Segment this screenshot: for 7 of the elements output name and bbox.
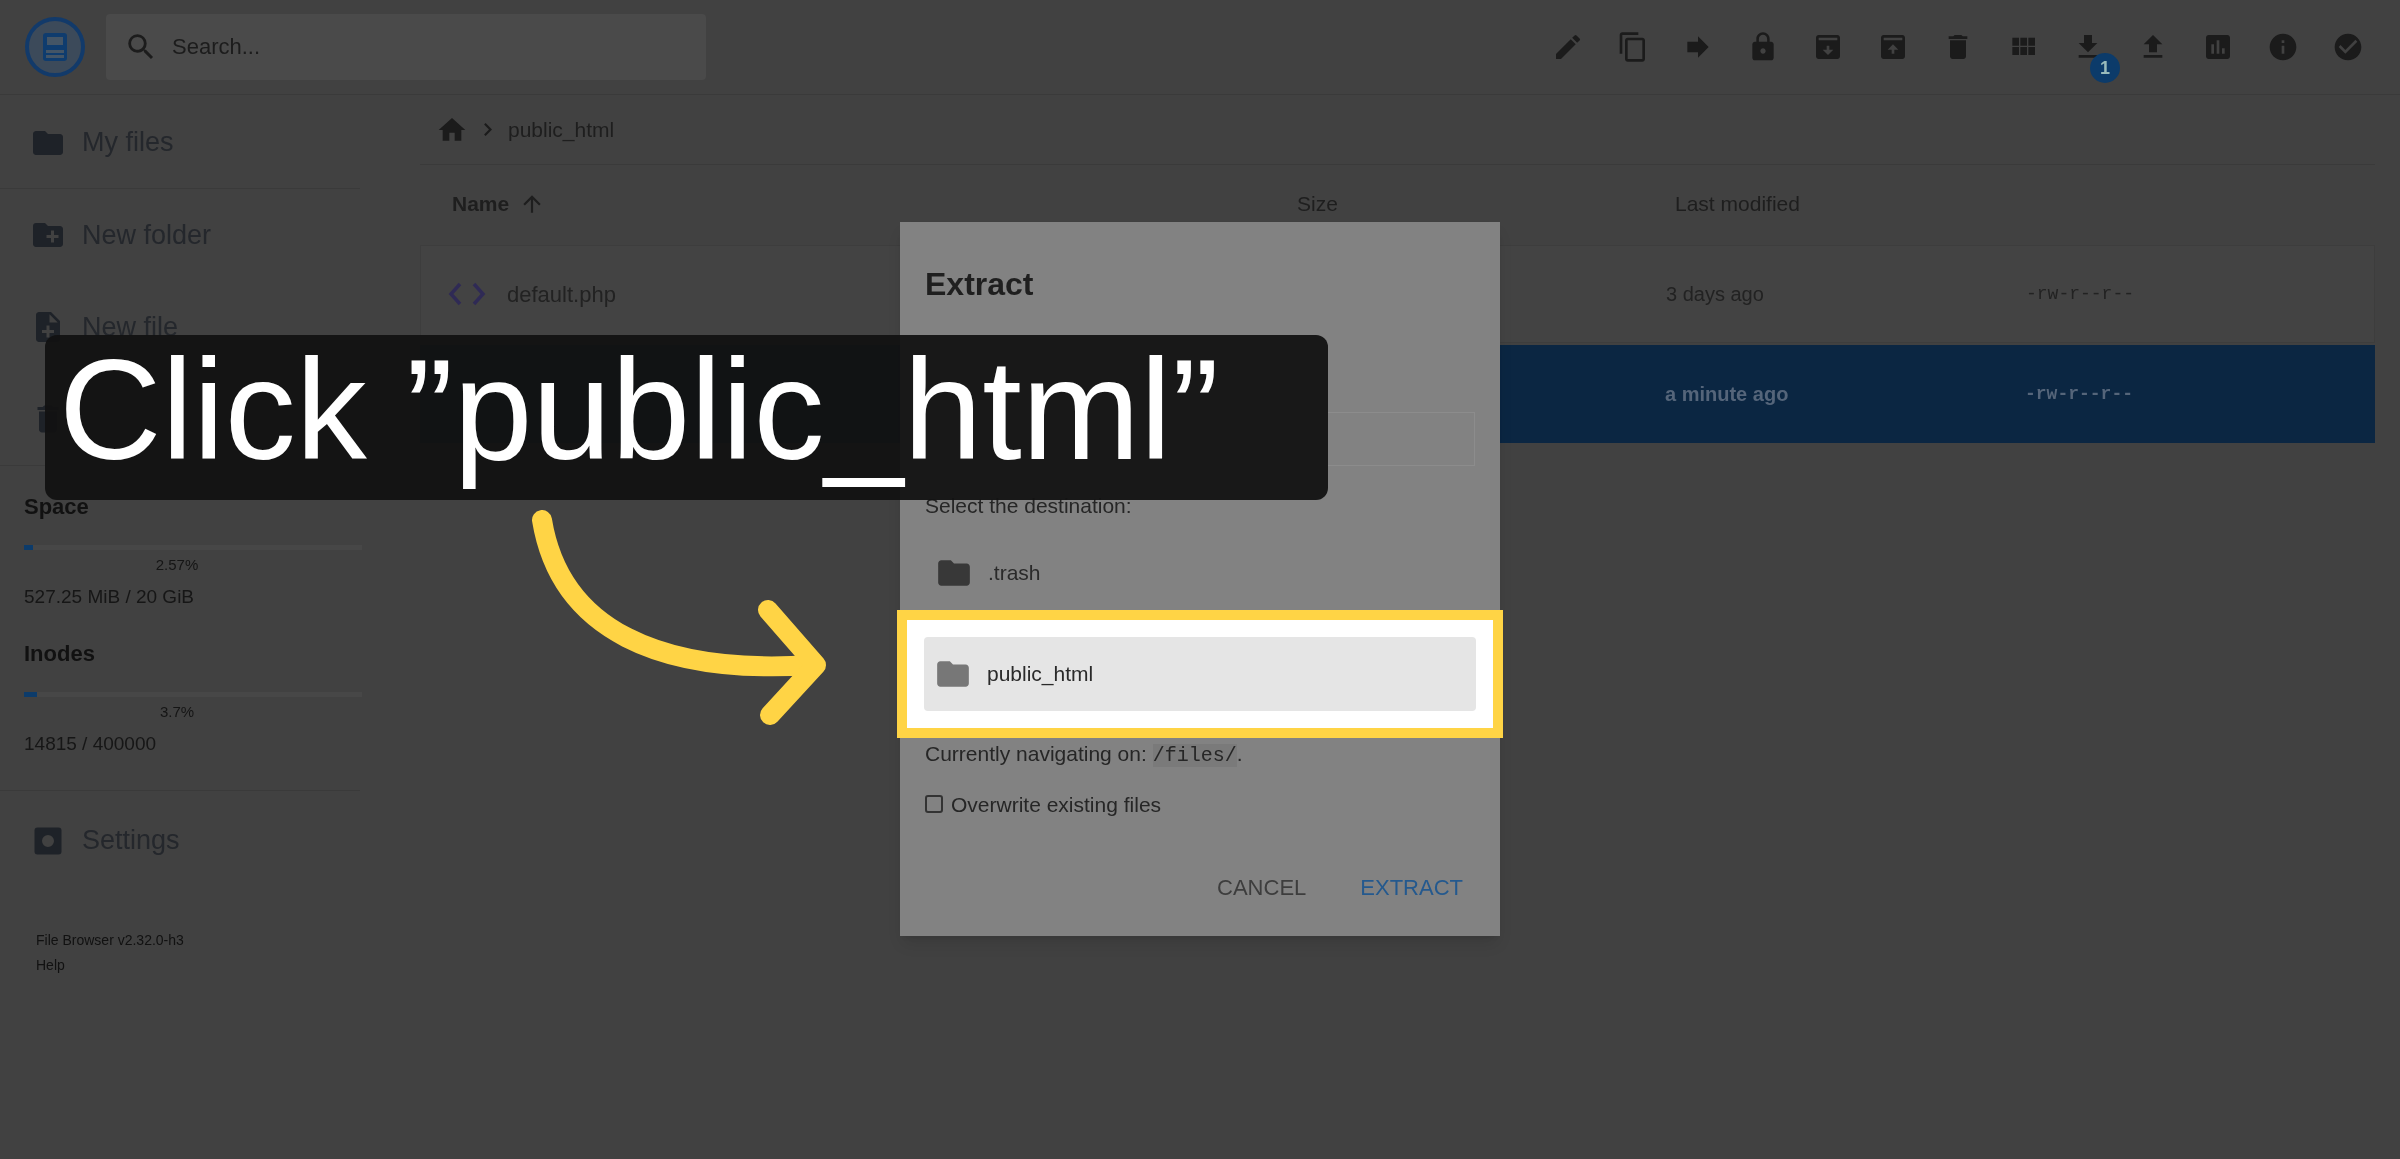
callout-tooltip: Click ”public_html” bbox=[45, 335, 1328, 500]
navigation-path-text: Currently navigating on: /files/. bbox=[925, 740, 1244, 769]
count-badge: 1 bbox=[2090, 53, 2120, 83]
dialog-title: Extract bbox=[925, 265, 1035, 304]
checkbox-label: Overwrite existing files bbox=[951, 791, 1162, 818]
permissions-text: -rw-r--r-- bbox=[2025, 382, 2134, 406]
modified-time: a minute ago bbox=[1665, 383, 1789, 405]
